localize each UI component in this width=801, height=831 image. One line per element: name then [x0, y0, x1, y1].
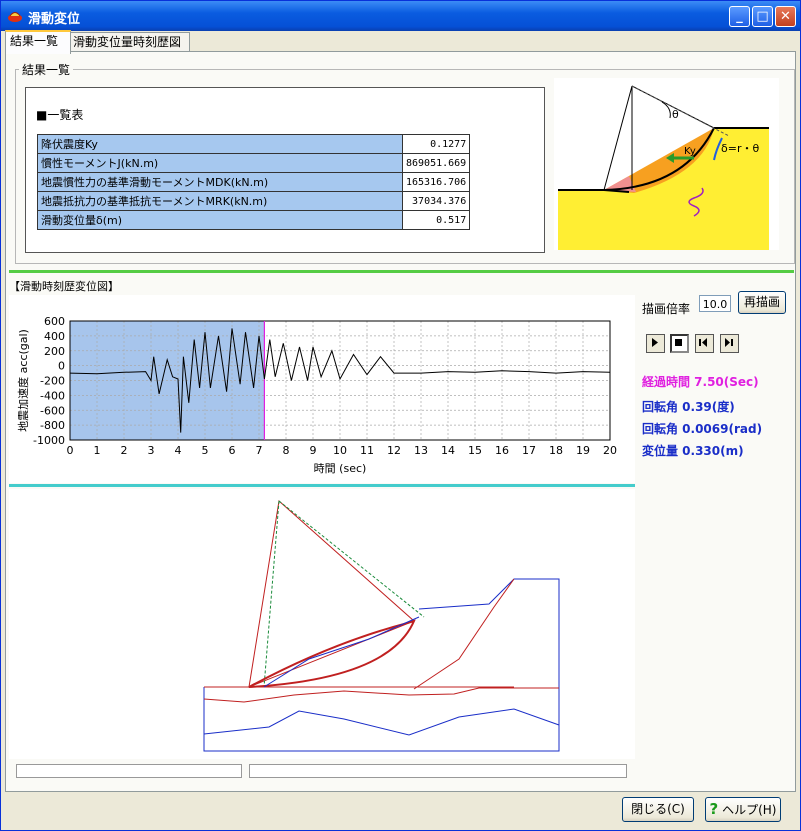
- y-tick-label: -600: [40, 404, 65, 417]
- x-tick-label: 9: [310, 444, 317, 457]
- y-tick-label: 200: [44, 345, 65, 358]
- title-bar: 滑動変位 _ □ ✕: [1, 1, 800, 31]
- help-icon: ?: [709, 800, 719, 818]
- x-tick-label: 12: [387, 444, 401, 457]
- y-tick-label: -400: [40, 389, 65, 402]
- ground-outline: [203, 578, 560, 752]
- x-tick-label: 10: [333, 444, 347, 457]
- window-title: 滑動変位: [28, 12, 81, 27]
- x-tick-label: 16: [495, 444, 509, 457]
- results-table: 降伏震度Ky 0.1277 慣性モーメントJ(kN.m) 869051.669 地震…: [37, 134, 471, 230]
- play-button[interactable]: [646, 334, 665, 353]
- x-tick-label: 11: [360, 444, 374, 457]
- app-icon: [8, 12, 22, 22]
- help-label: ヘルプ(H): [722, 803, 777, 817]
- play-icon: [652, 338, 658, 347]
- step-back-icon: [699, 338, 707, 347]
- layer-boundary-upper: [203, 687, 559, 703]
- rotation-center-line: [278, 500, 425, 618]
- rotation-triangle: [248, 500, 415, 688]
- help-button[interactable]: ? ヘルプ(H): [705, 797, 781, 822]
- redraw-button[interactable]: 再描画: [738, 291, 786, 314]
- acceleration-chart-panel: 0 1 2 3 4 5 6 7 8 9 10 11 12 13 14 15 16 17 18 19 20 600 400 20…: [9, 295, 635, 483]
- chart-divider: [9, 484, 635, 487]
- x-tick-label: 4: [175, 444, 182, 457]
- time-slider[interactable]: [16, 764, 242, 778]
- maximize-button[interactable]: □: [752, 6, 773, 27]
- step-forward-icon: [725, 338, 733, 347]
- slope-concept-diagram: θ Ky δ=r・θ: [554, 78, 779, 250]
- stop-icon: [675, 339, 682, 346]
- x-tick-label: 1: [94, 444, 101, 457]
- y-axis-label: 地震加速度 acc(gal): [16, 329, 30, 432]
- x-tick-label: 17: [522, 444, 536, 457]
- table-row: 慣性モーメントJ(kN.m) 869051.669: [37, 153, 471, 173]
- table-row: 滑動変位量δ(m) 0.517: [37, 210, 471, 230]
- displacement-drawing-panel: [9, 489, 635, 759]
- y-tick-label: 0: [58, 360, 65, 373]
- x-tick-label: 6: [229, 444, 236, 457]
- x-tick-label: 0: [67, 444, 74, 457]
- x-axis-label: 時間 (sec): [314, 462, 367, 475]
- x-tick-label: 13: [414, 444, 428, 457]
- y-tick-label: -200: [40, 375, 65, 388]
- x-tick-label: 3: [148, 444, 155, 457]
- x-tick-label: 20: [603, 444, 617, 457]
- x-tick-label: 2: [121, 444, 128, 457]
- horizontal-scrollbar[interactable]: [249, 764, 627, 778]
- x-tick-label: 7: [256, 444, 263, 457]
- x-tick-label: 8: [283, 444, 290, 457]
- results-group-label: 結果一覧: [22, 63, 71, 77]
- elapsed-time: 経過時間 7.50(Sec): [642, 375, 759, 389]
- displaced-slope-line: [413, 578, 515, 690]
- tab-displacement-history[interactable]: 滑動変位量時刻歴図: [68, 32, 190, 52]
- step-forward-button[interactable]: [720, 334, 739, 353]
- x-tick-label: 15: [468, 444, 482, 457]
- results-list-box: ■一覧表 降伏震度Ky 0.1277 慣性モーメントJ(kN.m) 869051.6…: [25, 87, 545, 253]
- history-section-title: 【滑動時刻歴変位図】: [9, 280, 119, 293]
- close-window-button[interactable]: ✕: [775, 6, 796, 27]
- tab-results[interactable]: 結果一覧: [5, 30, 71, 54]
- x-tick-label: 18: [549, 444, 563, 457]
- table-heading: ■一覧表: [36, 108, 84, 122]
- table-row: 地震抵抗力の基準抵抗モーメントMRK(kN.m) 37034.376: [37, 191, 471, 211]
- acceleration-chart: 0 1 2 3 4 5 6 7 8 9 10 11 12 13 14 15 16 17 18 19 2060040020…: [16, 315, 617, 475]
- main-window: 滑動変位 _ □ ✕ 結果一覧 滑動変位量時刻歴図 結果一覧 ■一覧表 降伏震度…: [0, 0, 801, 831]
- ky-label: Ky: [684, 146, 696, 157]
- table-row: 降伏震度Ky 0.1277: [37, 134, 471, 154]
- x-tick-label: 19: [576, 444, 590, 457]
- displacement-value: 変位量 0.330(m): [642, 444, 744, 458]
- step-back-button[interactable]: [695, 334, 714, 353]
- rotation-degree: 回転角 0.39(度): [642, 400, 735, 414]
- x-tick-label: 14: [441, 444, 455, 457]
- rotation-radian: 回転角 0.0069(rad): [642, 422, 763, 436]
- theta-label: θ: [672, 108, 679, 121]
- y-tick-label: -800: [40, 419, 65, 432]
- y-tick-label: 400: [44, 330, 65, 343]
- table-row: 地震慣性力の基準滑動モーメントMDK(kN.m) 165316.706: [37, 172, 471, 192]
- minimize-button[interactable]: _: [729, 6, 750, 27]
- displacement-drawing: [203, 500, 560, 752]
- formula-label: δ=r・θ: [721, 142, 759, 155]
- scale-label: 描画倍率: [642, 302, 691, 316]
- y-tick-label: 600: [44, 315, 65, 328]
- y-tick-label: -1000: [33, 434, 65, 447]
- scale-input[interactable]: 10.0: [699, 295, 731, 312]
- stop-button[interactable]: [670, 334, 689, 353]
- section-divider: [9, 270, 794, 273]
- close-button[interactable]: 閉じる(C): [622, 797, 694, 822]
- x-tick-label: 5: [202, 444, 209, 457]
- layer-boundary-lower: [203, 708, 560, 736]
